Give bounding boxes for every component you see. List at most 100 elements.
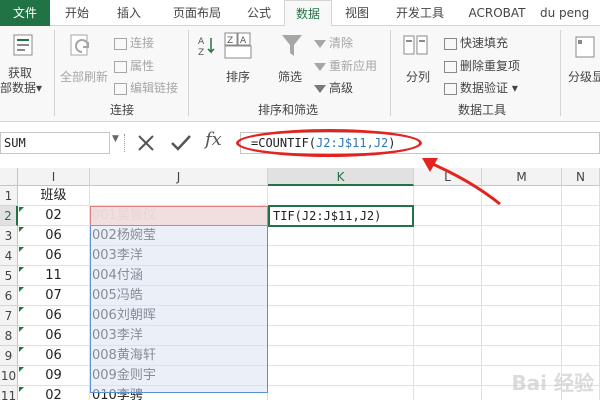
cell-k[interactable] [268,386,414,400]
row-header[interactable]: 2 [0,206,18,226]
cell-m[interactable] [482,346,562,366]
cell-m[interactable] [482,226,562,246]
column-header-n[interactable]: N [562,168,600,186]
insert-function-button[interactable]: fx [205,129,222,150]
cell-j[interactable]: 004付涵 [90,266,268,286]
cell-l[interactable] [414,306,482,326]
row-header[interactable]: 8 [0,326,18,346]
cell-n[interactable] [562,246,600,266]
cell-i[interactable]: 02 [18,386,90,400]
connections-button[interactable]: 连接 [114,34,154,51]
cell-j[interactable]: 010李骋 [90,386,268,400]
cell-k[interactable] [268,366,414,386]
cell-m[interactable] [482,326,562,346]
cell-m[interactable] [482,286,562,306]
cancel-icon[interactable] [136,133,156,153]
tab-data[interactable]: 数据 [284,0,332,27]
row-header[interactable]: 9 [0,346,18,366]
active-cell-k2[interactable]: TIF(J2:J$11,J2) [273,206,381,226]
cell-k[interactable] [268,286,414,306]
row-header[interactable]: 11 [0,386,18,400]
cell-m[interactable] [482,266,562,286]
cell-i[interactable]: 06 [18,346,90,366]
row-header[interactable]: 6 [0,286,18,306]
tab-view[interactable]: 视图 [336,0,378,26]
sort-button[interactable]: 排序 [226,68,250,85]
reapply-button[interactable]: 重新应用 [314,57,377,74]
cell-k[interactable] [268,326,414,346]
cell-i[interactable]: 07 [18,286,90,306]
cell-l[interactable] [414,366,482,386]
row-header[interactable]: 7 [0,306,18,326]
cell-i[interactable]: 06 [18,326,90,346]
cell-j[interactable]: 002杨婉莹 [90,226,268,246]
clear-button[interactable]: 清除 [314,34,353,51]
cell-i[interactable]: 班级 [18,186,90,206]
column-header-j[interactable]: J [90,168,268,186]
cell-k[interactable] [268,226,414,246]
enter-check-icon[interactable] [170,133,192,153]
filter-button[interactable]: 筛选 [278,68,302,85]
select-all-corner[interactable] [0,168,18,186]
cell-j[interactable] [90,186,268,206]
get-data-label-2[interactable]: 部数据▾ [0,79,42,96]
cell-n[interactable] [562,206,600,226]
cell-n[interactable] [562,286,600,306]
name-box[interactable]: SUM [0,132,110,154]
row-header[interactable]: 4 [0,246,18,266]
refresh-all-button[interactable]: 全部刷新 [60,68,108,85]
cell-l[interactable] [414,386,482,400]
cell-k[interactable] [268,306,414,326]
cell-k[interactable] [268,346,414,366]
cell-k[interactable] [268,246,414,266]
cell-j[interactable]: 003李洋 [90,246,268,266]
cell-n[interactable] [562,346,600,366]
cell-l[interactable] [414,326,482,346]
tab-page-layout[interactable]: 页面布局 [160,0,234,26]
formula-bar-grip[interactable] [124,134,126,152]
tab-developer[interactable]: 开发工具 [384,0,456,26]
advanced-button[interactable]: 高级 [314,79,353,96]
cell-n[interactable] [562,226,600,246]
cell-m[interactable] [482,306,562,326]
cell-l[interactable] [414,246,482,266]
cell-l[interactable] [414,346,482,366]
cell-i[interactable]: 11 [18,266,90,286]
cell-j[interactable]: 001吴皆仪 [90,206,268,226]
flash-fill-button[interactable]: 快速填充 [444,34,508,51]
cell-l[interactable] [414,286,482,306]
cell-i[interactable]: 02 [18,206,90,226]
outline-button[interactable]: 分级显 [568,68,600,85]
column-header-k[interactable]: K [268,168,414,186]
cell-j[interactable]: 006刘朝晖 [90,306,268,326]
cell-l[interactable] [414,266,482,286]
properties-button[interactable]: 属性 [114,57,154,74]
name-box-dropdown-icon[interactable]: ▼ [112,134,119,144]
edit-links-button[interactable]: 编辑链接 [114,79,178,96]
cell-j[interactable]: 009金则宇 [90,366,268,386]
cell-n[interactable] [562,186,600,206]
cell-l[interactable] [414,226,482,246]
remove-duplicates-button[interactable]: 删除重复项 [444,57,520,74]
row-header[interactable]: 1 [0,186,18,206]
tab-home[interactable]: 开始 [54,0,100,26]
cell-n[interactable] [562,266,600,286]
tab-acrobat[interactable]: ACROBAT [464,0,530,26]
cell-i[interactable]: 09 [18,366,90,386]
cell-m[interactable] [482,246,562,266]
user-name[interactable]: du peng [540,0,600,26]
cell-j[interactable]: 005冯皓 [90,286,268,306]
tab-file[interactable]: 文件 [0,0,50,26]
row-header[interactable]: 5 [0,266,18,286]
cell-n[interactable] [562,326,600,346]
row-header[interactable]: 10 [0,366,18,386]
cell-k[interactable] [268,266,414,286]
text-to-columns-button[interactable]: 分列 [406,68,430,85]
cell-j[interactable]: 003李洋 [90,326,268,346]
data-validation-button[interactable]: 数据验证 ▾ [444,79,518,96]
tab-formulas[interactable]: 公式 [238,0,280,26]
cell-i[interactable]: 06 [18,306,90,326]
cell-k[interactable] [268,186,414,206]
tab-insert[interactable]: 插入 [104,0,154,26]
row-header[interactable]: 3 [0,226,18,246]
